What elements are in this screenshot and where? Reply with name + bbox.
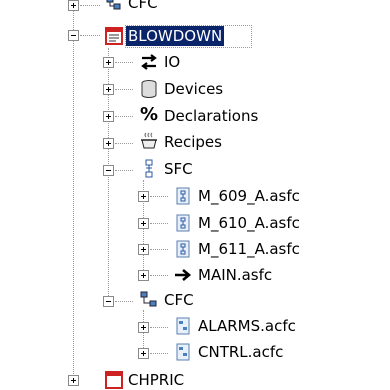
focus-rect [125, 25, 252, 48]
tree-item-io[interactable]: IO [162, 52, 182, 72]
program-icon [105, 371, 123, 389]
program-icon [105, 27, 123, 45]
tree-item-cfc[interactable]: CFC [162, 290, 196, 310]
tree-item-cfc-top[interactable]: CFC [126, 0, 160, 13]
sfc-file-icon [176, 214, 190, 232]
cfc-file-icon [176, 343, 190, 361]
project-tree: CFC BLOWDOWN IO Devices % Declarations R… [0, 0, 390, 389]
expand-toggle[interactable] [103, 57, 114, 68]
expand-toggle[interactable] [138, 348, 149, 359]
tree-item-declarations[interactable]: Declarations [162, 106, 260, 126]
cfc-folder-icon [106, 0, 121, 10]
main-arrow-icon [175, 269, 192, 281]
tree-item-cfc-file[interactable]: ALARMS.acfc [196, 316, 298, 336]
expand-toggle[interactable] [103, 138, 114, 149]
tree-line [115, 301, 133, 302]
tree-line [73, 0, 74, 380]
tree-item-cfc-file[interactable]: CNTRL.acfc [196, 342, 285, 362]
expand-toggle[interactable] [138, 218, 149, 229]
expand-toggle[interactable] [103, 84, 114, 95]
expand-toggle[interactable] [138, 191, 149, 202]
tree-line [115, 170, 133, 171]
tree-line [150, 196, 168, 197]
tree-item-recipes[interactable]: Recipes [162, 132, 224, 152]
tree-item-devices[interactable]: Devices [162, 79, 225, 99]
tree-item-sfc[interactable]: SFC [162, 159, 195, 179]
tree-line [150, 223, 168, 224]
sfc-file-icon [176, 240, 190, 258]
sfc-chain-icon [145, 159, 153, 178]
tree-item-sfc-file[interactable]: MAIN.asfc [196, 265, 274, 285]
tree-line [115, 116, 133, 117]
sfc-file-icon [176, 187, 190, 205]
expand-toggle[interactable] [68, 375, 79, 386]
devices-cylinder-icon [141, 80, 157, 98]
percent-icon: % [139, 104, 159, 125]
tree-line [80, 35, 100, 36]
tree-line [115, 89, 133, 90]
tree-item-sfc-file[interactable]: M_610_A.asfc [196, 213, 302, 233]
tree-item-chpric[interactable]: CHPRIC [126, 370, 186, 390]
collapse-toggle[interactable] [103, 296, 114, 307]
tree-line [115, 143, 133, 144]
collapse-toggle[interactable] [103, 165, 114, 176]
collapse-toggle[interactable] [68, 30, 79, 41]
expand-toggle[interactable] [138, 244, 149, 255]
cfc-blocks-icon [140, 291, 157, 307]
tree-line [150, 249, 168, 250]
expand-toggle[interactable] [103, 111, 114, 122]
tree-line [150, 327, 168, 328]
recipe-pot-icon [141, 132, 157, 149]
io-arrows-icon [141, 54, 157, 70]
tree-line [80, 5, 100, 6]
tree-item-sfc-file[interactable]: M_609_A.asfc [196, 186, 302, 206]
expand-toggle[interactable] [138, 322, 149, 333]
tree-line [150, 275, 168, 276]
tree-item-sfc-file[interactable]: M_611_A.asfc [196, 239, 302, 259]
cfc-file-icon [176, 317, 190, 335]
tree-line [150, 353, 168, 354]
expand-toggle[interactable] [68, 0, 79, 11]
expand-toggle[interactable] [138, 270, 149, 281]
tree-line [115, 62, 133, 63]
